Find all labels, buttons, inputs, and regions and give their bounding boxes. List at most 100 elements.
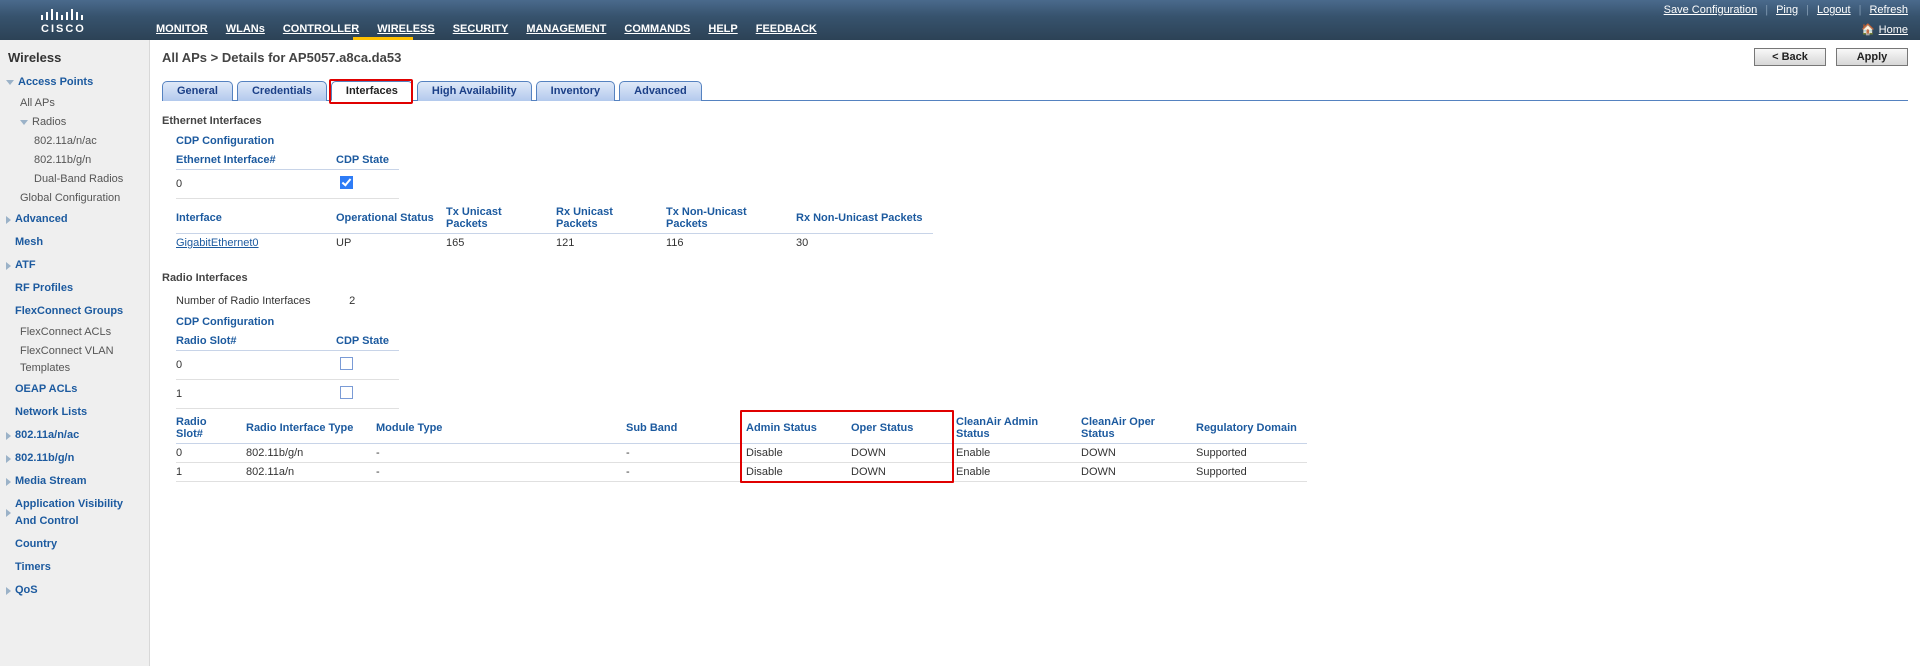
sidebar-item-network-lists[interactable]: Network Lists bbox=[6, 401, 143, 424]
radio-cdp-checkbox-0[interactable] bbox=[340, 357, 353, 370]
sidebar-item-label: RF Profiles bbox=[15, 280, 73, 297]
col-interface: Interface bbox=[176, 203, 336, 234]
cell-rxuni: 121 bbox=[556, 234, 666, 253]
apply-button[interactable]: Apply bbox=[1836, 48, 1908, 66]
sidebar-item-label: Media Stream bbox=[15, 473, 87, 490]
radio-cdp-checkbox-1[interactable] bbox=[340, 386, 353, 399]
cell-rxnon: 30 bbox=[796, 234, 933, 253]
ethernet-cdp-table: Ethernet Interface# CDP State 0 bbox=[176, 151, 399, 199]
page-title: All APs > Details for AP5057.a8ca.da53 bbox=[162, 50, 401, 65]
nav-commands[interactable]: COMMANDS bbox=[624, 23, 690, 35]
cell-oper: DOWN bbox=[851, 444, 956, 463]
interface-link[interactable]: GigabitEthernet0 bbox=[176, 237, 259, 249]
tab-advanced[interactable]: Advanced bbox=[619, 81, 702, 101]
sidebar-item-label: 802.11b/g/n bbox=[34, 152, 91, 169]
sidebar-item-label: Country bbox=[15, 536, 57, 553]
sidebar-item-advanced[interactable]: Advanced bbox=[6, 208, 143, 231]
eth-cdp-checkbox[interactable] bbox=[340, 176, 353, 189]
cell-admin: Disable bbox=[746, 444, 851, 463]
subsection-radio-cdp: CDP Configuration bbox=[176, 316, 1908, 328]
nav-wireless[interactable]: WIRELESS bbox=[377, 23, 434, 35]
col-cleanair-admin: CleanAir Admin Status bbox=[956, 413, 1081, 444]
radio-count-value: 2 bbox=[349, 295, 355, 307]
nav-feedback[interactable]: FEEDBACK bbox=[756, 23, 817, 35]
refresh-link[interactable]: Refresh bbox=[1869, 4, 1908, 16]
nav-monitor[interactable]: MONITOR bbox=[156, 23, 208, 35]
sidebar-item-oeap-acls[interactable]: OEAP ACLs bbox=[6, 378, 143, 401]
sidebar-item-label: Global Configuration bbox=[20, 190, 120, 207]
sidebar-item-label: OEAP ACLs bbox=[15, 381, 77, 398]
sidebar: Wireless Access Points All APs Radios bbox=[0, 40, 150, 666]
nav-controller[interactable]: CONTROLLER bbox=[283, 23, 359, 35]
col-tx-unicast: Tx Unicast Packets bbox=[446, 203, 556, 234]
section-radio-title: Radio Interfaces bbox=[162, 272, 1908, 284]
nav-management[interactable]: MANAGEMENT bbox=[526, 23, 606, 35]
sidebar-item-label: FlexConnect VLAN Templates bbox=[20, 343, 143, 377]
sidebar-item-rf-profiles[interactable]: RF Profiles bbox=[6, 277, 143, 300]
sidebar-item-80211bgn[interactable]: 802.11b/g/n bbox=[6, 447, 143, 470]
sidebar-item-country[interactable]: Country bbox=[6, 533, 143, 556]
col-reg-domain: Regulatory Domain bbox=[1196, 413, 1307, 444]
sidebar-item-label: Dual-Band Radios bbox=[34, 171, 123, 188]
radio-slot: 0 bbox=[176, 351, 336, 380]
sidebar-item-avc[interactable]: Application Visibility And Control bbox=[6, 493, 143, 533]
ping-link[interactable]: Ping bbox=[1776, 4, 1798, 16]
main-content: All APs > Details for AP5057.a8ca.da53 <… bbox=[150, 40, 1920, 666]
col-type: Radio Interface Type bbox=[246, 413, 376, 444]
nav-wlans[interactable]: WLANs bbox=[226, 23, 265, 35]
cell-oper: DOWN bbox=[851, 463, 956, 482]
sidebar-item-qos[interactable]: QoS bbox=[6, 579, 143, 602]
sidebar-item-radios[interactable]: Radios bbox=[20, 113, 143, 132]
tab-general[interactable]: General bbox=[162, 81, 233, 101]
table-row: 0 bbox=[176, 351, 399, 380]
separator: | bbox=[1765, 4, 1768, 16]
cell-ca-oper: DOWN bbox=[1081, 444, 1196, 463]
sidebar-item-access-points[interactable]: Access Points bbox=[6, 71, 143, 94]
sidebar-item-80211bgn[interactable]: 802.11b/g/n bbox=[34, 151, 143, 170]
sidebar-item-dual-band[interactable]: Dual-Band Radios bbox=[34, 170, 143, 189]
sidebar-item-atf[interactable]: ATF bbox=[6, 254, 143, 277]
separator: | bbox=[1806, 4, 1809, 16]
chevron-right-icon bbox=[6, 455, 11, 463]
sidebar-item-80211anac[interactable]: 802.11a/n/ac bbox=[34, 132, 143, 151]
sidebar-item-label: Mesh bbox=[15, 234, 43, 251]
sidebar-item-global-config[interactable]: Global Configuration bbox=[20, 189, 143, 208]
chevron-right-icon bbox=[6, 587, 11, 595]
sidebar-item-label: 802.11b/g/n bbox=[15, 450, 74, 467]
sidebar-item-label: 802.11a/n/ac bbox=[34, 133, 97, 150]
cell-ca-admin: Enable bbox=[956, 444, 1081, 463]
sidebar-item-label: Radios bbox=[32, 114, 66, 131]
tab-high-availability[interactable]: High Availability bbox=[417, 81, 532, 101]
col-rx-nonunicast: Rx Non-Unicast Packets bbox=[796, 203, 933, 234]
cell-admin: Disable bbox=[746, 463, 851, 482]
sidebar-item-flexconnect-acls[interactable]: FlexConnect ACLs bbox=[20, 323, 143, 342]
sidebar-item-label: Access Points bbox=[18, 74, 93, 91]
sidebar-item-timers[interactable]: Timers bbox=[6, 556, 143, 579]
sidebar-item-all-aps[interactable]: All APs bbox=[20, 94, 143, 113]
sidebar-item-mesh[interactable]: Mesh bbox=[6, 231, 143, 254]
sidebar-item-flexconnect-vlan[interactable]: FlexConnect VLAN Templates bbox=[20, 342, 143, 378]
sidebar-item-label: Application Visibility And Control bbox=[15, 496, 143, 530]
cell-ca-admin: Enable bbox=[956, 463, 1081, 482]
sidebar-item-80211anac[interactable]: 802.11a/n/ac bbox=[6, 424, 143, 447]
nav-security[interactable]: SECURITY bbox=[453, 23, 509, 35]
sidebar-item-label: FlexConnect ACLs bbox=[20, 324, 111, 341]
chevron-right-icon bbox=[6, 478, 11, 486]
col-slot: Radio Slot# bbox=[176, 413, 246, 444]
nav-help[interactable]: HELP bbox=[708, 23, 737, 35]
tab-interfaces[interactable]: Interfaces bbox=[331, 81, 413, 101]
sidebar-title: Wireless bbox=[8, 50, 143, 65]
save-config-link[interactable]: Save Configuration bbox=[1664, 4, 1758, 16]
cell-txnon: 116 bbox=[666, 234, 796, 253]
col-oper-status: Operational Status bbox=[336, 203, 446, 234]
tab-credentials[interactable]: Credentials bbox=[237, 81, 327, 101]
tab-inventory[interactable]: Inventory bbox=[536, 81, 616, 101]
sidebar-item-flexconnect-groups[interactable]: FlexConnect Groups bbox=[6, 300, 143, 323]
table-row: GigabitEthernet0 UP 165 121 116 30 bbox=[176, 234, 933, 253]
home-link[interactable]: Home bbox=[1879, 24, 1908, 36]
sidebar-item-media-stream[interactable]: Media Stream bbox=[6, 470, 143, 493]
back-button[interactable]: < Back bbox=[1754, 48, 1826, 66]
top-nav: MONITOR WLANs CONTROLLER WIRELESS SECURI… bbox=[150, 23, 817, 40]
logout-link[interactable]: Logout bbox=[1817, 4, 1851, 16]
sidebar-item-label: Timers bbox=[15, 559, 51, 576]
